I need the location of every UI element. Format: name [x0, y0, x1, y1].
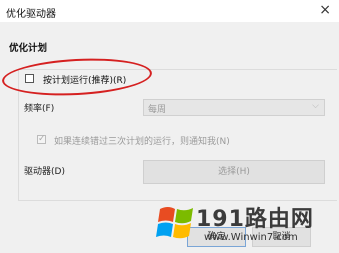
frequency-select[interactable]: 每周 ⌵ — [143, 99, 325, 116]
close-icon[interactable]: × — [319, 2, 331, 18]
frequency-select-value: 每周 — [148, 105, 167, 115]
section-title: 优化计划 — [9, 43, 48, 54]
frequency-label: 频率(F) — [24, 104, 55, 114]
schedule-checkbox[interactable] — [25, 74, 34, 83]
windows-logo-icon — [156, 207, 193, 239]
notify-checkbox[interactable]: ✓ — [37, 134, 46, 144]
chevron-down-icon: ⌵ — [312, 101, 319, 111]
title-bar: 优化驱动器 × — [0, 0, 339, 22]
choose-drives-button[interactable]: 选择(H) — [143, 160, 325, 184]
schedule-checkbox-label[interactable]: 按计划运行(推荐)(R) — [43, 73, 126, 86]
window-title: 优化驱动器 — [6, 9, 56, 20]
notify-checkbox-label[interactable]: 如果连续错过三次计划的运行，则通知我(N) — [54, 134, 230, 147]
watermark-url: www.Winwin7.com — [204, 232, 298, 243]
watermark-text: 191路由网 — [196, 207, 314, 232]
checkmark-icon: ✓ — [38, 134, 46, 144]
drives-label: 驱动器(D) — [24, 167, 65, 177]
